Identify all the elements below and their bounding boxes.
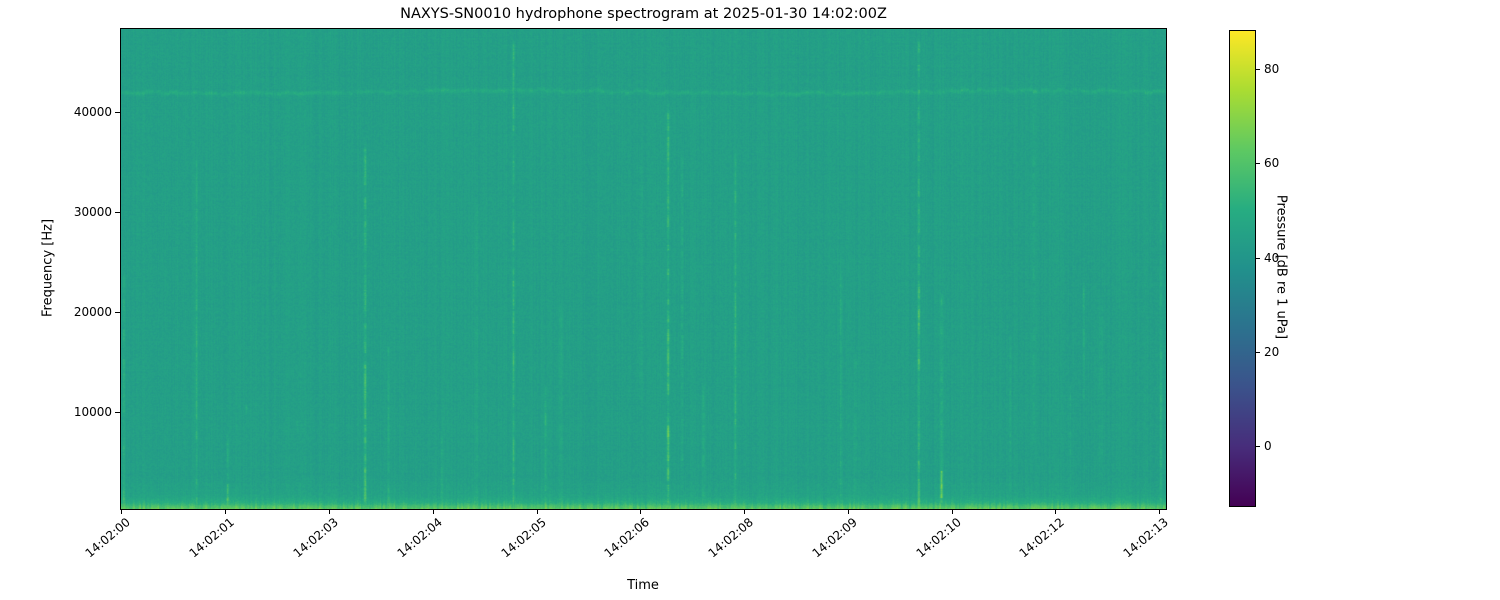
y-tick-label: 20000 (73, 304, 112, 319)
spectrogram-plot (120, 28, 1167, 510)
x-tick-label: 14:02:05 (498, 515, 549, 561)
x-tick-label: 14:02:03 (290, 515, 341, 561)
y-tick-mark (115, 211, 120, 213)
x-tick-label: 14:02:09 (809, 515, 861, 561)
x-tick-label: 14:02:06 (602, 515, 653, 561)
y-tick-label: 30000 (73, 204, 112, 219)
x-tick-mark (952, 510, 953, 514)
colorbar-tick-mark (1256, 257, 1260, 259)
x-tick-mark (744, 510, 746, 514)
x-tick-label: 14:02:13 (1120, 515, 1171, 561)
x-tick-mark (640, 510, 642, 514)
colorbar-tick-label: 20 (1264, 344, 1280, 359)
x-tick-label: 14:02:00 (82, 515, 133, 561)
colorbar-tick-mark (1256, 351, 1260, 353)
colorbar-label: Pressure [dB re 1 uPa] (1273, 194, 1289, 340)
x-tick-label: 14:02:10 (913, 515, 965, 561)
spectrogram-canvas (121, 29, 1166, 509)
x-tick-mark (1158, 510, 1160, 514)
x-tick-mark (536, 510, 538, 514)
x-tick-label: 14:02:12 (1016, 515, 1068, 561)
y-tick-mark (115, 111, 120, 113)
colorbar (1229, 30, 1256, 507)
plot-title: NAXYS-SN0010 hydrophone spectrogram at 2… (400, 6, 887, 22)
x-tick-mark (121, 510, 122, 514)
x-tick-label: 14:02:04 (394, 515, 445, 561)
y-tick-mark (115, 411, 120, 413)
y-axis-label: Frequency [Hz] (40, 218, 56, 318)
x-tick-mark (328, 510, 330, 514)
x-tick-label: 14:02:08 (705, 515, 757, 561)
colorbar-tick-label: 80 (1264, 62, 1280, 77)
colorbar-tick-label: 0 (1264, 439, 1272, 454)
y-tick-label: 40000 (73, 104, 112, 119)
x-tick-mark (432, 510, 434, 514)
x-tick-label: 14:02:01 (186, 515, 237, 561)
x-tick-mark (224, 510, 226, 514)
colorbar-tick-mark (1256, 69, 1260, 71)
colorbar-gradient (1230, 31, 1255, 506)
colorbar-tick-label: 60 (1264, 156, 1280, 171)
x-tick-mark (848, 510, 850, 514)
y-tick-label: 10000 (73, 404, 112, 419)
colorbar-tick-mark (1256, 163, 1260, 165)
y-tick-mark (115, 311, 120, 313)
figure-root: NAXYS-SN0010 hydrophone spectrogram at 2… (0, 0, 1500, 600)
colorbar-tick-mark (1256, 446, 1260, 448)
x-tick-mark (1055, 510, 1057, 514)
x-axis-label: Time (627, 578, 659, 593)
